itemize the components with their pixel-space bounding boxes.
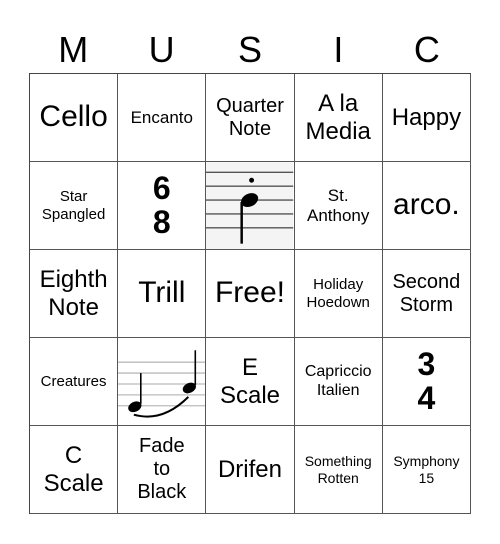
bingo-cell[interactable]: Holiday Hoedown — [294, 250, 383, 338]
header-letter-u: U — [148, 29, 175, 70]
bingo-cell[interactable]: Creatures — [30, 338, 119, 426]
bingo-cell[interactable]: E Scale — [206, 338, 295, 426]
dotted-quarter-note-icon — [206, 162, 294, 249]
bingo-cell[interactable]: Happy — [382, 74, 471, 162]
time-signature-3-4: 34 — [417, 345, 436, 416]
bingo-cell[interactable]: A la Media — [294, 74, 383, 162]
bingo-cell[interactable]: St. Anthony — [294, 162, 383, 250]
bingo-cell[interactable] — [206, 162, 295, 250]
bingo-cell[interactable]: Fade to Black — [118, 426, 207, 514]
bingo-cell[interactable]: Star Spangled — [30, 162, 119, 250]
free-space[interactable]: Free! — [206, 250, 295, 338]
bingo-cell[interactable]: Eighth Note — [30, 250, 119, 338]
bingo-header: M U S I C — [29, 28, 471, 72]
bingo-cell[interactable]: arco. — [382, 162, 471, 250]
bingo-cell[interactable]: Quarter Note — [206, 74, 295, 162]
bingo-cell[interactable]: C Scale — [30, 426, 119, 514]
bingo-cell[interactable] — [118, 338, 207, 426]
time-signature-6-8: 68 — [152, 169, 171, 240]
bingo-cell[interactable]: Trill — [118, 250, 207, 338]
bingo-cell[interactable]: Capriccio Italien — [294, 338, 383, 426]
header-letter-c: C — [413, 29, 440, 70]
bingo-cell[interactable]: Something Rotten — [294, 426, 383, 514]
bingo-cell[interactable]: Symphony 15 — [382, 426, 471, 514]
bingo-cell[interactable]: 34 — [382, 338, 471, 426]
bingo-cell[interactable]: Encanto — [118, 74, 207, 162]
bingo-cell[interactable]: Drifen — [206, 426, 295, 514]
slurred-notes-icon — [118, 349, 206, 418]
bingo-card: Cello Encanto Quarter Note A la Media Happ… — [29, 73, 471, 514]
header-letter-m: M — [58, 29, 89, 70]
header-letter-s: S — [238, 29, 263, 70]
bingo-cell[interactable]: Second Storm — [382, 250, 471, 338]
bingo-cell[interactable]: 68 — [118, 162, 207, 250]
header-letter-i: I — [333, 29, 344, 70]
bingo-cell[interactable]: Cello — [30, 74, 119, 162]
